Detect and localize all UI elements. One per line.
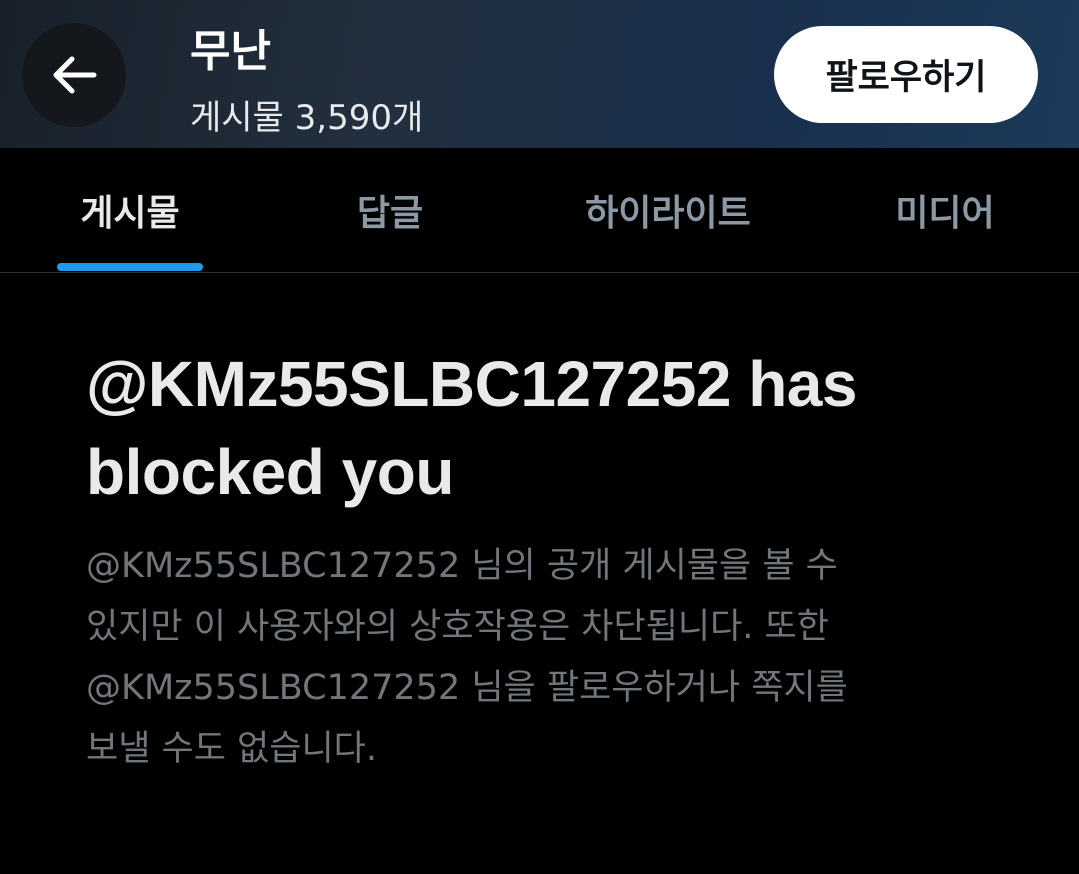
- blocked-title: @KMz55SLBC127252 has blocked you: [86, 340, 986, 516]
- blocked-description: @KMz55SLBC127252 님의 공개 게시물을 볼 수 있지만 이 사용…: [86, 536, 946, 780]
- follow-button[interactable]: 팔로우하기: [774, 26, 1038, 123]
- back-button[interactable]: [22, 23, 126, 127]
- blocked-description-line: 있지만 이 사용자와의 상호작용은 차단됩니다. 또한: [86, 607, 829, 647]
- tab-highlights[interactable]: 하이라이트: [548, 148, 788, 272]
- tab-posts[interactable]: 게시물: [40, 148, 220, 272]
- blocked-title-line: blocked you: [86, 436, 454, 508]
- post-count: 게시물 3,590개: [190, 98, 424, 138]
- blocked-title-line: @KMz55SLBC127252 has: [86, 348, 857, 420]
- blocked-description-line: @KMz55SLBC127252 님의 공개 게시물을 볼 수: [86, 546, 838, 586]
- tab-replies[interactable]: 답글: [300, 148, 480, 272]
- arrow-left-icon: [53, 56, 97, 94]
- profile-name: 무난: [190, 26, 271, 77]
- profile-tabs: 게시물 답글 하이라이트 미디어: [0, 148, 1079, 273]
- blocked-description-line: 보낼 수도 없습니다.: [86, 729, 377, 769]
- active-tab-indicator: [57, 263, 203, 271]
- profile-header: 무난 게시물 3,590개 팔로우하기: [0, 0, 1079, 148]
- blocked-description-line: @KMz55SLBC127252 님을 팔로우하거나 쪽지를: [86, 668, 848, 708]
- tab-media[interactable]: 미디어: [855, 148, 1035, 272]
